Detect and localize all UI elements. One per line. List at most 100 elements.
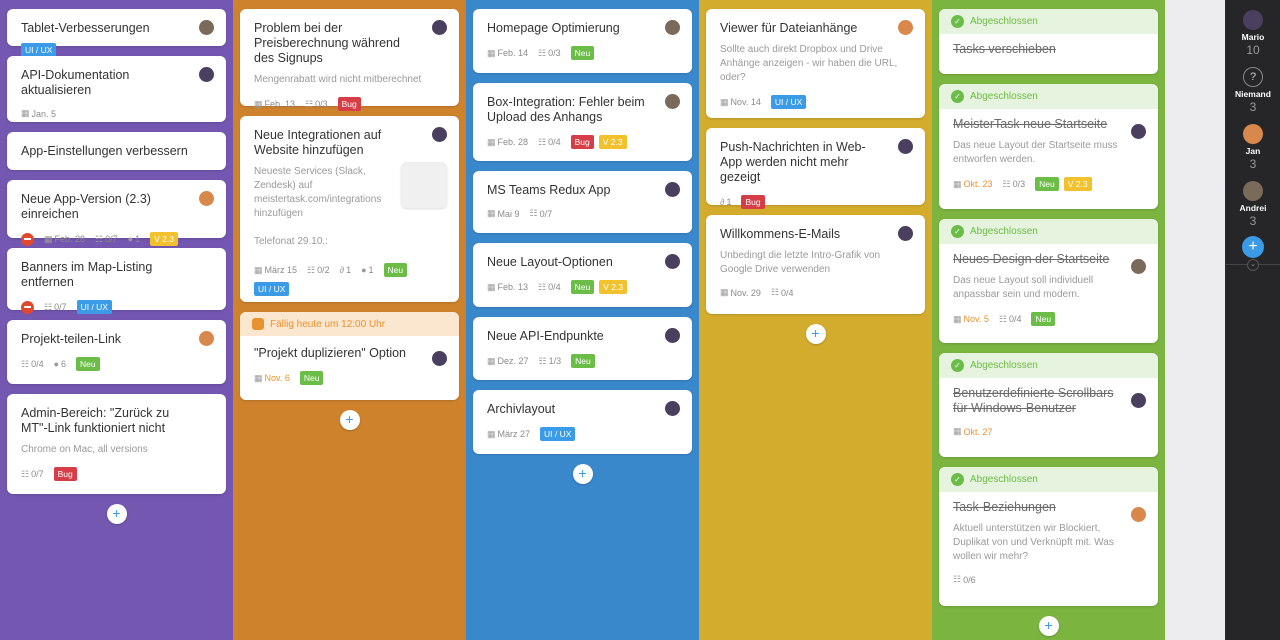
task-title: Neue Integrationen auf Website hinzufüge… [254,128,382,157]
task-title: Task-Beziehungen [953,500,1056,514]
assignee-filter-andrei[interactable]: Andrei 3 [1226,181,1280,228]
task-card[interactable]: Box-Integration: Fehler beim Upload des … [473,83,692,161]
sidebar-divider: ⌄ [1226,259,1280,276]
add-task-button[interactable]: + [805,324,826,344]
task-card[interactable]: Neue API-Endpunkte ▦ Dez. 27 ☷ 1/3 Neu [473,317,692,380]
calendar-icon: ▦ [487,47,496,58]
task-card[interactable]: Neue Layout-Optionen ▦ Feb. 13 ☷ 0/4 Neu V… [473,243,692,307]
checklist-count: 0/2 [317,265,330,275]
due-date: Feb. 13 [497,282,529,292]
board-empty-area [1165,0,1225,640]
task-card[interactable]: Banners im Map-Listing entfernen ☷ 0/7 UI… [7,248,226,314]
task-card[interactable]: Willkommens-E-Mails Unbedingt die letzte… [706,215,925,314]
task-title: Tablet-Verbesserungen [21,21,150,35]
task-card[interactable]: App-Einstellungen verbessern [7,132,226,170]
assignee-count: 10 [1246,43,1260,57]
chevron-down-icon[interactable]: ⌄ [1247,259,1259,271]
checklist-count: 0/6 [963,574,976,585]
done-banner: ✓ Abgeschlossen [939,353,1158,378]
task-title: "Projekt duplizieren" Option [254,346,407,360]
task-title: MeisterTask neue Startseite [953,117,1108,131]
label-badge: V 2.3 [1063,177,1092,191]
task-card[interactable]: Archivlayout ▦ März 27 UI / UX [473,390,692,454]
calendar-icon: ▦ [720,96,729,107]
due-date: Nov. 29 [730,287,761,298]
checklist-count: 0/4 [1008,314,1022,324]
task-card[interactable]: Admin-Bereich: "Zurück zu MT"-Link funkt… [7,394,226,494]
task-title: MS Teams Redux App [487,183,611,197]
task-card[interactable]: MS Teams Redux App ▦ Mai 9 ☷ 0/7 [473,171,692,233]
calendar-icon: ▦ [953,178,962,189]
done-banner: ✓ Abgeschlossen [939,467,1158,492]
label-badge: UI / UX [76,300,112,314]
checklist-count: 0/7 [105,234,118,244]
checklist-icon: ☷ [21,468,30,479]
calendar-icon [252,318,264,330]
task-card[interactable]: API-Dokumentation aktualisieren ▦ Jan. 5 [7,56,226,122]
column-2: Problem bei der Preisberechnung während … [233,0,466,640]
comment-icon: ● [127,234,134,244]
task-card[interactable]: Tablet-Verbesserungen UI / UX [7,9,226,57]
checklist-icon: ☷ [21,358,30,369]
due-date: Jan. 5 [31,108,57,119]
avatar [1243,124,1263,144]
assignee-sidebar: Mario 10 ? Niemand 3 Jan 3 Andrei 3 + ⌄ [1226,0,1280,640]
task-card[interactable]: Fällig heute um 12:00 Uhr "Projekt dupli… [240,312,459,400]
checklist-count: 0/7 [31,469,44,479]
label-badge: Neu [383,263,408,277]
checklist-icon: ☷ [529,208,538,218]
avatar [1243,181,1263,201]
label-badge: UI / UX [21,43,57,57]
avatar [199,20,214,35]
checklist-icon: ☷ [44,301,53,312]
attachment-icon: ∂ [339,265,345,275]
due-date: Feb. 14 [497,48,529,58]
assignee-count: 3 [1249,100,1257,114]
task-card[interactable]: Push-Nachrichten in Web-App werden nicht… [706,128,925,209]
column-5: ✓ Abgeschlossen Tasks verschieben ✓ Abgesc… [932,0,1165,640]
task-card[interactable]: ✓ Abgeschlossen Tasks verschieben [939,9,1158,74]
task-title: Willkommens-E-Mails [720,227,841,241]
calendar-icon: ▦ [953,313,962,324]
done-label: Abgeschlossen [970,474,1038,485]
label-badge: UI / UX [770,95,807,109]
assignee-name: Mario [1241,32,1265,42]
task-card[interactable]: Homepage Optimierung ▦ Feb. 14 ☷ 0/3 Neu [473,9,692,73]
due-date: Nov. 14 [730,97,761,107]
calendar-icon: ▦ [21,108,30,118]
task-card[interactable]: Neue App-Version (2.3) einreichen ▦ Feb. … [7,180,226,246]
assignee-filter-jan[interactable]: Jan 3 [1226,124,1280,171]
add-assignee-button[interactable]: + [1242,236,1264,258]
assignee-filter-niemand[interactable]: ? Niemand 3 [1226,67,1280,114]
task-card[interactable]: ✓ Abgeschlossen MeisterTask neue Startsei… [939,84,1158,209]
task-card[interactable]: Viewer für Dateianhänge Sollte auch dire… [706,9,925,118]
avatar [1131,507,1146,522]
task-card[interactable]: ✓ Abgeschlossen Benutzerdefinierte Scroll… [939,353,1158,457]
add-task-button[interactable]: + [572,464,593,484]
due-banner: Fällig heute um 12:00 Uhr [240,312,459,336]
task-card[interactable]: Neue Integrationen auf Website hinzufüge… [240,116,459,302]
due-date: Mai 9 [497,208,520,219]
add-task-button[interactable]: + [106,504,127,524]
checklist-count: 1/3 [548,356,562,366]
avatar [665,20,680,35]
assignee-count: 3 [1249,214,1257,228]
task-title: Neue Layout-Optionen [487,255,613,269]
column-3: Homepage Optimierung ▦ Feb. 14 ☷ 0/3 Neu B… [466,0,699,640]
avatar [1131,259,1146,274]
add-task-button[interactable]: + [1038,616,1059,636]
column-4: Viewer für Dateianhänge Sollte auch dire… [699,0,932,640]
task-card[interactable]: ✓ Abgeschlossen Task-Beziehungen Aktuell … [939,467,1158,606]
calendar-icon: ▦ [487,428,496,439]
checklist-count: 0/7 [539,208,553,219]
task-card[interactable]: Projekt-teilen-Link ☷ 0/4 ● 6 Neu [7,320,226,384]
task-title: Benutzerdefinierte Scrollbars für Window… [953,386,1114,415]
assignee-filter-mario[interactable]: Mario 10 [1226,10,1280,57]
label-badge: Bug [741,195,765,209]
label-badge: Neu [1031,312,1056,326]
task-card[interactable]: Problem bei der Preisberechnung während … [240,9,459,111]
add-task-button[interactable]: + [339,410,360,430]
attachment-icon: ∂ [720,197,725,207]
avatar [665,182,680,197]
task-card[interactable]: ✓ Abgeschlossen Neues Design der Startsei… [939,219,1158,343]
